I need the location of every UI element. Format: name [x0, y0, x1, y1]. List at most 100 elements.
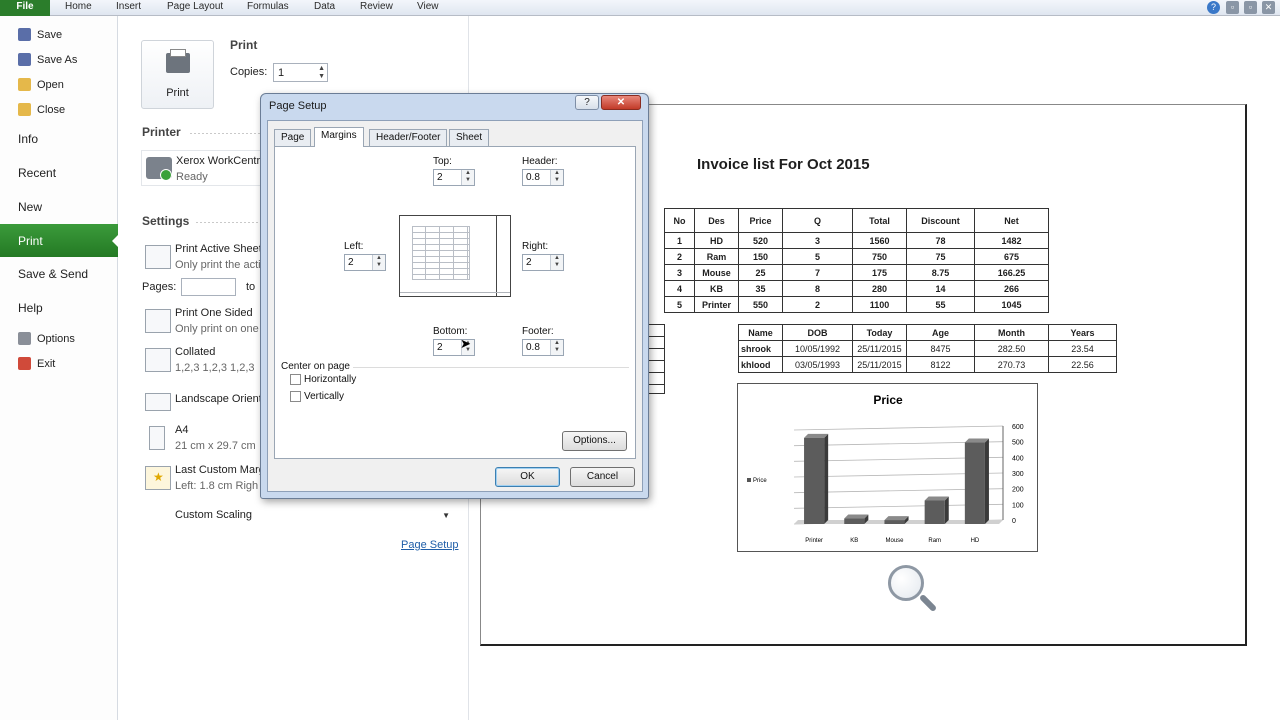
y-tick-label: 200 [1012, 487, 1024, 494]
footer-margin-input[interactable]: 0.8 ▲ ▼ [522, 339, 564, 356]
tab-margins[interactable]: Margins [314, 127, 364, 147]
cell: 1100 [852, 296, 907, 313]
col-header: Age [906, 324, 975, 341]
nav-exit-label: Exit [37, 357, 56, 370]
nav-save[interactable]: Save [18, 28, 62, 41]
options-icon [18, 332, 31, 345]
table-header-row: Name DOB Today Age Month Years [738, 324, 1117, 341]
spinner-arrows-icon[interactable]: ▲ ▼ [372, 255, 385, 270]
legend-label: Price [753, 478, 767, 484]
nav-save-as[interactable]: Save As [18, 53, 77, 66]
cell: shrook [738, 340, 783, 357]
cell: 8122 [906, 356, 975, 373]
minimize-ribbon-icon[interactable]: ▫ [1226, 1, 1239, 14]
tab-view[interactable]: View [417, 1, 439, 12]
pages-from-input[interactable] [181, 278, 236, 296]
cell: 10/05/1992 [782, 340, 853, 357]
right-margin-input[interactable]: 2 ▲ ▼ [522, 254, 564, 271]
bar-top [844, 514, 869, 519]
x-tick-label: Printer [805, 538, 823, 544]
setting-sub: Only print on one [175, 323, 259, 335]
setting-title: Print One Sided [175, 307, 253, 319]
copies-value: 1 [278, 67, 285, 79]
cell: 5 [664, 296, 695, 313]
cell: 14 [906, 280, 975, 297]
nav-exit[interactable]: Exit [18, 357, 55, 370]
tab-insert[interactable]: Insert [116, 1, 141, 12]
tab-formulas[interactable]: Formulas [247, 1, 289, 12]
spinner-arrows-icon[interactable]: ▲ ▼ [550, 340, 563, 355]
right-margin-line [496, 216, 497, 296]
vertically-checkbox[interactable] [290, 391, 301, 402]
col-header: Discount [906, 208, 975, 233]
chart-svg: Price 0 100 200 300 400 500 600 Printer KB Mouse… [747, 393, 1024, 544]
copies-spinner-icon[interactable]: ▲ ▼ [318, 65, 325, 81]
ribbon-bar: File Home Insert Page Layout Formulas Da… [0, 0, 1280, 16]
copies-input[interactable]: 1 ▲ ▼ [273, 63, 328, 82]
nav-options[interactable]: Options [18, 332, 75, 345]
vertically-label: Vertically [304, 391, 345, 402]
bar [844, 518, 865, 524]
printer-header: Printer [142, 125, 181, 139]
print-section-title: Print [230, 38, 258, 52]
spinner-arrows-icon[interactable]: ▲ ▼ [550, 170, 563, 185]
header-margin-value: 0.8 [526, 172, 540, 183]
setting-title: Collated [175, 346, 216, 358]
nav-save-send[interactable]: Save & Send [18, 267, 88, 281]
bar [884, 520, 905, 524]
nav-new[interactable]: New [18, 200, 42, 214]
col-header: Years [1048, 324, 1117, 341]
bar [964, 442, 985, 524]
header-margin-input[interactable]: 0.8 ▲ ▼ [522, 169, 564, 186]
printer-name: Xerox WorkCentre [176, 155, 267, 167]
help-button[interactable]: ? [575, 95, 599, 110]
page-setup-link[interactable]: Page Setup [401, 539, 459, 551]
nav-info[interactable]: Info [18, 132, 38, 146]
folder-open-icon [18, 78, 31, 91]
cell: 8475 [906, 340, 975, 357]
tab-header-footer[interactable]: Header/Footer [369, 129, 448, 146]
horizontally-label: Horizontally [304, 374, 357, 385]
close-workbook-icon[interactable]: ✕ [1262, 1, 1275, 14]
y-tick-label: 300 [1012, 471, 1024, 478]
nav-close[interactable]: Close [18, 103, 65, 116]
nav-print[interactable]: Print [18, 234, 43, 248]
tab-sheet[interactable]: Sheet [449, 129, 490, 146]
col-header: Net [974, 208, 1049, 233]
spinner-arrows-icon[interactable]: ▲ ▼ [461, 170, 474, 185]
cell: 1482 [974, 232, 1049, 249]
tab-home[interactable]: Home [65, 1, 92, 12]
dialog-title: Page Setup [269, 100, 327, 112]
print-button[interactable]: Print [141, 40, 214, 109]
cell: 35 [738, 280, 783, 297]
close-button[interactable]: ✕ [601, 95, 641, 110]
ok-button[interactable]: OK [495, 467, 560, 487]
left-margin-input[interactable]: 2 ▲ ▼ [344, 254, 386, 271]
tab-data[interactable]: Data [314, 1, 335, 12]
cell: 282.50 [974, 340, 1049, 357]
spinner-arrows-icon[interactable]: ▲ ▼ [550, 255, 563, 270]
cell: Printer [694, 296, 739, 313]
tab-page-layout[interactable]: Page Layout [167, 1, 223, 12]
nav-recent[interactable]: Recent [18, 166, 56, 180]
scaling-select[interactable]: Custom Scaling ▼ [141, 503, 456, 531]
pages-label: Pages: [142, 281, 177, 293]
help-icon[interactable]: ? [1207, 1, 1220, 14]
top-margin-input[interactable]: 2 ▲ ▼ [433, 169, 475, 186]
nav-help[interactable]: Help [18, 301, 43, 315]
zoom-magnifier-icon[interactable] [888, 565, 924, 601]
nav-open[interactable]: Open [18, 78, 64, 91]
cell: 550 [738, 296, 783, 313]
col-header: Des [694, 208, 739, 233]
cell: 4 [664, 280, 695, 297]
col-header: Today [852, 324, 907, 341]
cell: 3 [782, 232, 853, 249]
horizontally-checkbox[interactable] [290, 374, 301, 385]
pages-to-label: to [246, 281, 256, 293]
file-tab[interactable]: File [0, 0, 50, 16]
cancel-button[interactable]: Cancel [570, 467, 635, 487]
restore-ribbon-icon[interactable]: ▫ [1244, 1, 1257, 14]
options-button[interactable]: Options... [562, 431, 627, 451]
tab-page[interactable]: Page [274, 129, 312, 146]
tab-review[interactable]: Review [360, 1, 393, 12]
